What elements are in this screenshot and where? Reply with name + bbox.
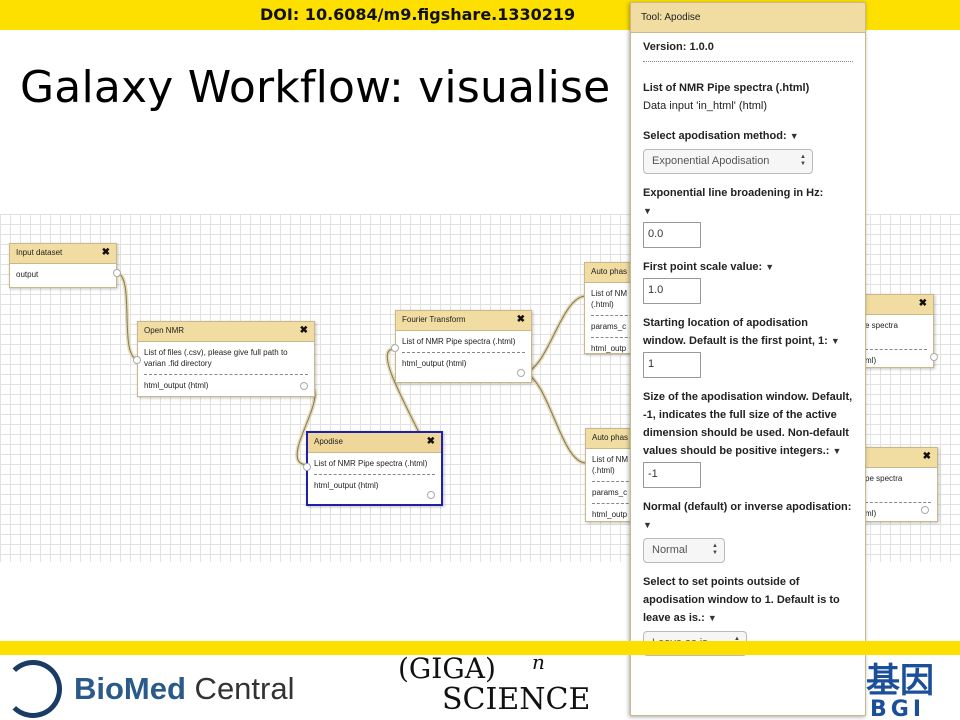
inverse-param-label: Normal (default) or inverse apodisation:: [643, 501, 852, 513]
node-title: Open NMR: [144, 326, 185, 335]
biomed-central-logo: BioMed Central: [4, 658, 314, 718]
method-param-label: Select apodisation method:: [643, 130, 787, 142]
inverse-select-value: Normal: [652, 544, 688, 556]
dropdown-triangle-icon[interactable]: ▼: [831, 336, 840, 346]
size-input[interactable]: -1: [643, 462, 701, 488]
close-icon[interactable]: ✖: [923, 451, 931, 462]
close-icon[interactable]: ✖: [102, 247, 110, 258]
node-output-label: html_output (html): [402, 359, 467, 368]
dropdown-triangle-icon[interactable]: ▼: [708, 613, 717, 623]
slide-title: Galaxy Workflow: visualise: [20, 62, 611, 113]
bgi-logo-chars: 基因: [866, 661, 934, 701]
output-terminal[interactable]: [930, 353, 938, 361]
node-input-label: List of NMR Pipe spectra (.html): [314, 458, 435, 475]
close-icon[interactable]: ✖: [517, 314, 525, 325]
bgi-logo-icon: 基因 BGI: [866, 661, 934, 718]
node-output-label: html_output (html): [314, 481, 379, 490]
bmc-bold-text: BioMed: [74, 671, 186, 706]
node-output-label: html_output (html): [144, 381, 209, 390]
inverse-select[interactable]: Normal ▲ ▼: [643, 538, 725, 563]
spinner-arrows-icon: ▲▼: [800, 154, 806, 167]
input-terminal[interactable]: [133, 356, 141, 364]
giga-superscript: n: [532, 650, 545, 674]
node-title: Input dataset: [16, 248, 63, 257]
node-input-label: pe spectra: [865, 473, 931, 503]
scale-input[interactable]: 1.0: [643, 278, 701, 304]
outside-param-label: Select to set points outside of apodisat…: [643, 576, 840, 624]
start-param-label: Starting location of apodisation window.…: [643, 317, 828, 347]
output-terminal[interactable]: [300, 382, 308, 390]
tool-panel-header: Tool: Apodise: [631, 3, 865, 33]
node-input-label: e spectra: [865, 320, 927, 350]
broadening-param-label: Exponential line broadening in Hz:: [643, 187, 824, 199]
node-title: Auto phas: [592, 433, 629, 442]
node-input-label: List of NMR Pipe spectra (.html): [402, 336, 525, 353]
method-select[interactable]: Exponential Apodisation ▲ ▼: [643, 149, 813, 174]
close-icon[interactable]: ✖: [300, 325, 308, 336]
input-terminal[interactable]: [303, 463, 311, 471]
dropdown-triangle-icon[interactable]: ▼: [833, 446, 842, 456]
dropdown-triangle-icon[interactable]: ▼: [765, 262, 774, 272]
node-output-label: ml): [865, 356, 877, 365]
bmc-regular-text: Central: [185, 671, 295, 706]
node-title: Fourier Transform: [402, 315, 466, 324]
close-icon[interactable]: ✖: [919, 298, 927, 309]
output-terminal[interactable]: [113, 269, 121, 277]
node-output-label: output: [16, 270, 39, 279]
close-icon[interactable]: ✖: [427, 436, 435, 447]
output-terminal[interactable]: [921, 506, 929, 514]
dropdown-triangle-icon[interactable]: ▼: [643, 520, 652, 530]
method-select-value: Exponential Apodisation: [652, 155, 770, 167]
node-title: Apodise: [314, 437, 343, 446]
dropdown-triangle-icon[interactable]: ▼: [643, 206, 652, 216]
scale-param-label: First point scale value:: [643, 261, 763, 273]
broadening-input[interactable]: 0.0: [643, 222, 701, 248]
input-terminal[interactable]: [391, 344, 399, 352]
giga-top-text: (GIGA): [398, 652, 496, 685]
dropdown-triangle-icon[interactable]: ▼: [790, 131, 799, 141]
output-terminal[interactable]: [517, 369, 525, 377]
node-open-nmr[interactable]: Open NMR ✖ List of files (.csv), please g…: [133, 321, 315, 397]
node-apodise[interactable]: Apodise ✖ List of NMR Pipe spectra (.html…: [303, 431, 443, 506]
input-param-label: List of NMR Pipe spectra (.html): [643, 82, 810, 94]
node-title: Auto phas: [591, 267, 628, 276]
node-input-dataset[interactable]: Input dataset ✖ output: [9, 243, 121, 288]
tool-version: Version: 1.0.0: [643, 41, 853, 62]
giga-bottom-text: SCIENCE: [442, 682, 591, 717]
slide: DOI: 10.6084/m9.figshare.1330219 Galaxy …: [0, 0, 960, 720]
bgi-logo-letters: BGI: [870, 697, 925, 718]
doi-label: DOI: 10.6084/m9.figshare.1330219: [260, 5, 576, 24]
input-param-hint: Data input 'in_html' (html): [643, 100, 768, 112]
gigascience-logo: (GIGA) n SCIENCE: [398, 650, 598, 718]
size-param-label: Size of the apodisation window. Default,…: [643, 391, 853, 457]
node-input-label: List of files (.csv), please give full p…: [144, 347, 308, 375]
biomed-central-ring-icon: [4, 660, 62, 718]
spinner-arrows-icon: ▲▼: [712, 543, 718, 556]
tool-parameter-panel: Tool: Apodise Version: 1.0.0 List of NMR…: [630, 2, 866, 716]
start-input[interactable]: 1: [643, 352, 701, 378]
output-terminal[interactable]: [427, 491, 435, 499]
node-fourier-transform[interactable]: Fourier Transform ✖ List of NMR Pipe spec…: [391, 310, 532, 383]
